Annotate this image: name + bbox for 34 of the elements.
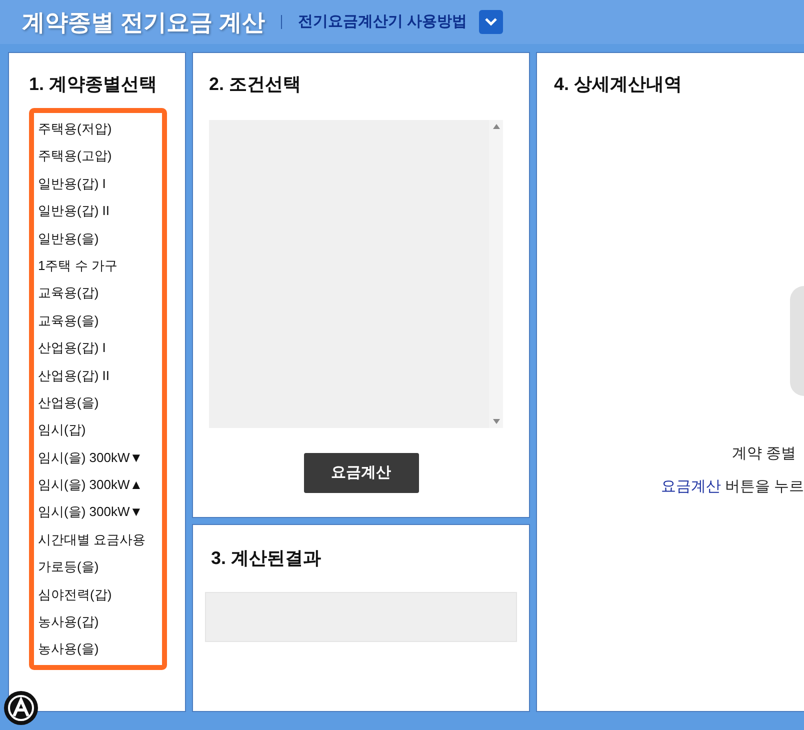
contract-option[interactable]: 일반용(갑) II (38, 197, 162, 225)
panel-heading: 2. 조건선택 (209, 73, 302, 96)
contract-option[interactable]: 산업용(갑) II (38, 362, 162, 389)
chevron-down-icon (484, 17, 498, 27)
contract-option[interactable]: 산업용(을) (38, 388, 162, 416)
guide-link[interactable]: 전기요금계산기 사용방법 (298, 10, 467, 34)
calculate-button[interactable]: 요금계산 (304, 453, 418, 493)
contract-option[interactable]: 1주택 수 가구 (38, 252, 162, 280)
contract-option[interactable]: 농사용(갑) (38, 608, 162, 636)
panel-heading: 3. 계산된결과 (210, 547, 322, 570)
contract-option[interactable]: 농사용(을) (38, 635, 162, 663)
contract-option[interactable]: 심야전력(갑) (38, 580, 162, 608)
page-title: 계약종별 전기요금 계산 (22, 8, 265, 37)
contract-option[interactable]: 가로등(을) (38, 553, 162, 581)
contract-option[interactable]: 임시(을) 300kW▼ (38, 498, 162, 526)
contract-option[interactable]: 산업용(갑) I (38, 334, 162, 362)
panel-heading: 1. 계약종별선택 (29, 73, 158, 96)
contract-option[interactable]: 주택용(저압) (38, 115, 162, 142)
contract-option[interactable]: 시간대별 요금사용 (38, 526, 162, 554)
contract-option[interactable]: 임시(을) 300kW▲ (38, 471, 162, 498)
contract-option[interactable]: 임시(갑) (38, 416, 162, 444)
dropdown-button[interactable] (478, 10, 503, 34)
contract-option[interactable]: 임시(을) 300kW▼ (38, 444, 162, 472)
contract-option[interactable]: 일반용(을) (38, 224, 162, 252)
scroll-up-icon[interactable] (492, 124, 500, 129)
contract-option[interactable]: 일반용(갑) I (38, 170, 162, 198)
contract-option[interactable]: 주택용(고압) (38, 142, 162, 170)
scroll-down-icon[interactable] (492, 419, 500, 424)
contract-option[interactable]: 교육용(갑) (38, 279, 162, 307)
calculate-link[interactable]: 요금계산 (660, 476, 721, 498)
panel-heading: 4. 상세계산내역 (554, 73, 684, 96)
contract-option[interactable]: 교육용(을) (38, 306, 162, 334)
message-text: 계약 종별 (732, 444, 796, 464)
message-text: 버튼을 누르 (724, 476, 804, 496)
